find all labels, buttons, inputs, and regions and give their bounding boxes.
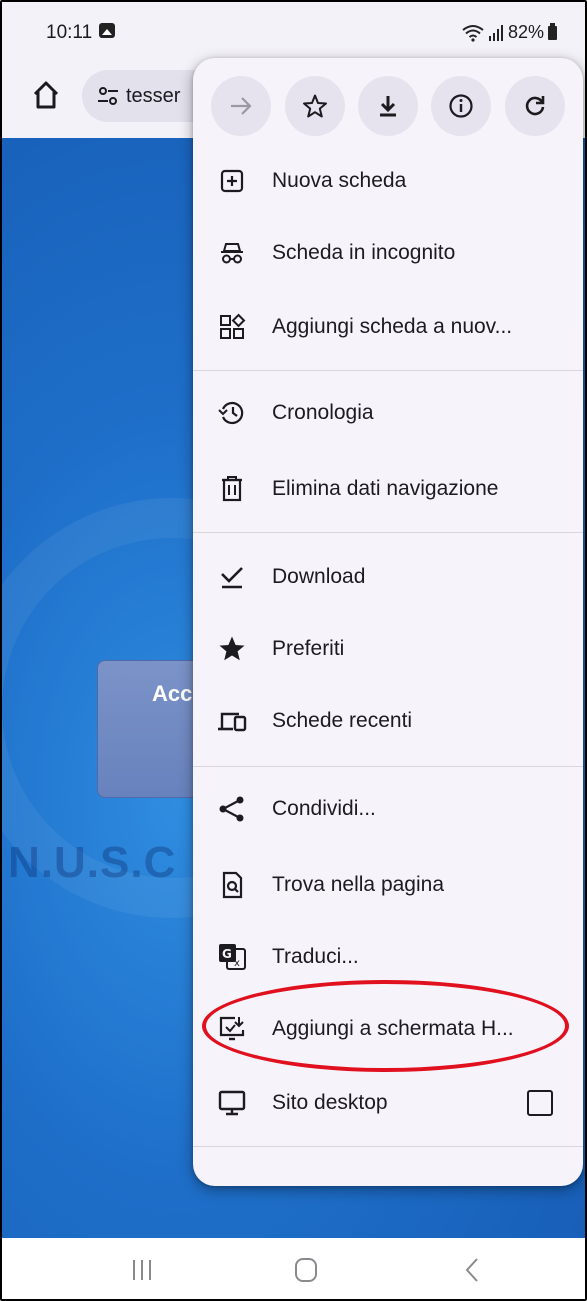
- menu-item-label: Traduci...: [272, 945, 359, 968]
- menu-item-add-to-home-screen[interactable]: Aggiungi a schermata H...: [193, 994, 583, 1066]
- site-brand-watermark: N.U.S.C: [8, 838, 177, 887]
- forward-button[interactable]: [211, 76, 271, 136]
- add-to-home-screen-icon: [219, 1016, 245, 1041]
- download-page-button[interactable]: [358, 76, 418, 136]
- menu-item-translate[interactable]: G x Traduci...: [193, 922, 583, 994]
- info-icon: [449, 94, 473, 118]
- menu-item-label: Sito desktop: [272, 1091, 388, 1114]
- status-indicators: 82%: [462, 22, 557, 43]
- download-icon: [380, 96, 396, 117]
- history-icon: [218, 401, 244, 425]
- menu-action-row: [193, 58, 583, 158]
- menu-item-label: Cronologia: [272, 401, 374, 424]
- download-check-icon: [221, 567, 243, 589]
- home-icon[interactable]: [32, 80, 60, 110]
- menu-item-label: Download: [272, 565, 366, 588]
- overflow-menu: Nuova scheda Scheda in incognito Aggiung…: [193, 58, 583, 1186]
- url-text[interactable]: tesser: [126, 85, 180, 108]
- menu-divider: [193, 370, 583, 371]
- translate-icon: G x: [219, 944, 246, 970]
- status-bar: 10:11 82%: [2, 2, 585, 60]
- menu-item-label: Aggiungi scheda a nuov...: [272, 315, 513, 338]
- tab-group-icon: [220, 313, 246, 339]
- menu-item-find-in-page[interactable]: Trova nella pagina: [193, 850, 583, 922]
- menu-item-label: Schede recenti: [272, 709, 413, 732]
- new-tab-icon: [220, 169, 244, 193]
- reload-icon: [525, 96, 545, 116]
- reload-button[interactable]: [505, 76, 565, 136]
- menu-item-history[interactable]: Cronologia: [193, 378, 583, 450]
- menu-item-label: Condividi...: [272, 797, 376, 820]
- battery-icon: [548, 22, 557, 40]
- menu-item-add-tab-to-group[interactable]: Aggiungi scheda a nuov...: [193, 292, 583, 364]
- menu-divider: [193, 1146, 583, 1147]
- menu-item-share[interactable]: Condividi...: [193, 774, 583, 846]
- recents-icon[interactable]: [122, 1252, 162, 1288]
- status-time: 10:11: [46, 22, 93, 43]
- arrow-right-icon: [231, 97, 252, 115]
- menu-item-label: Aggiungi a schermata H...: [272, 1017, 514, 1040]
- svg-text:x: x: [234, 958, 240, 969]
- desktop-site-checkbox[interactable]: [527, 1090, 553, 1116]
- back-icon[interactable]: [452, 1252, 492, 1288]
- svg-text:G: G: [222, 947, 232, 961]
- menu-item-label: Preferiti: [272, 637, 345, 660]
- menu-item-recent-tabs[interactable]: Schede recenti: [193, 686, 583, 758]
- devices-icon: [218, 712, 247, 732]
- menu-item-incognito-tab[interactable]: Scheda in incognito: [193, 218, 583, 290]
- wifi-icon: [462, 24, 484, 42]
- star-icon: [219, 636, 245, 661]
- desktop-icon: [218, 1090, 246, 1116]
- menu-divider: [193, 766, 583, 767]
- menu-item-desktop-site[interactable]: Sito desktop: [193, 1068, 583, 1140]
- find-in-page-icon: [222, 871, 243, 899]
- menu-item-label: Nuova scheda: [272, 169, 407, 192]
- menu-divider: [193, 532, 583, 533]
- menu-item-label: Trova nella pagina: [272, 873, 444, 896]
- trash-icon: [222, 476, 242, 502]
- bookmark-button[interactable]: [285, 76, 345, 136]
- system-nav-bar: [2, 1238, 585, 1299]
- incognito-icon: [221, 243, 243, 264]
- star-outline-icon: [303, 94, 327, 118]
- menu-item-bookmarks[interactable]: Preferiti: [193, 614, 583, 686]
- menu-item-downloads[interactable]: Download: [193, 542, 583, 614]
- menu-item-label: Elimina dati navigazione: [272, 477, 499, 500]
- share-icon: [219, 796, 244, 822]
- site-settings-icon[interactable]: [96, 84, 120, 108]
- menu-item-clear-browsing-data[interactable]: Elimina dati navigazione: [193, 454, 583, 526]
- home-button-icon[interactable]: [286, 1252, 326, 1288]
- battery-percent: 82%: [507, 22, 544, 42]
- phone-screen: 10:11 82% tesser Acc N.U.S.C Nuova sched…: [0, 0, 587, 1301]
- menu-item-new-tab[interactable]: Nuova scheda: [193, 146, 583, 218]
- menu-item-label: Scheda in incognito: [272, 241, 456, 264]
- signal-icon: [488, 24, 503, 41]
- gallery-notification-icon: [99, 23, 115, 38]
- page-info-button[interactable]: [431, 76, 491, 136]
- login-button-label: Acc: [152, 681, 193, 706]
